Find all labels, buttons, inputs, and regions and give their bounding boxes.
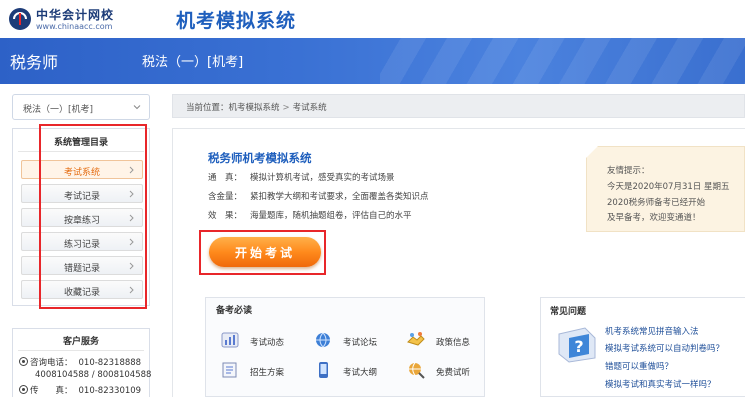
faq-link[interactable]: 错题可以重做吗？ bbox=[605, 360, 673, 372]
subject-select-value: 税法（一）[机考] bbox=[23, 105, 94, 115]
globe-search-icon bbox=[409, 362, 425, 379]
notice-line: 及早备考，欢迎变通道！ bbox=[607, 213, 701, 223]
prep-item-label: 考试动态 bbox=[250, 338, 285, 348]
chevron-down-icon bbox=[133, 105, 141, 110]
chevron-right-icon bbox=[129, 262, 134, 270]
prep-item-label: 考试大纲 bbox=[343, 368, 378, 378]
breadcrumb-prefix: 当前位置： bbox=[186, 103, 229, 113]
logo-url: www.chinaacc.com bbox=[36, 22, 113, 31]
top-bar: 中华会计网校 www.chinaacc.com 机考模拟系统 bbox=[0, 0, 745, 38]
chevron-right-icon bbox=[129, 214, 134, 222]
notice-card: 友情提示： 今天是2020年07月31日 星期五 2020税务师备考已经开始 及… bbox=[586, 146, 745, 232]
faq-title: 常见问题 bbox=[550, 307, 587, 317]
system-title: 机考模拟系统 bbox=[176, 10, 297, 32]
phone-label: 咨询电话： bbox=[30, 358, 73, 368]
faq-panel: 常见问题 ? 机考系统常见拼音输入法 模拟考试系统可以自动判卷吗？ 错题可以重做… bbox=[540, 297, 745, 397]
document-icon bbox=[222, 362, 237, 378]
faq-link[interactable]: 机考系统常见拼音输入法 bbox=[605, 325, 699, 337]
banner-role: 税务师 bbox=[10, 53, 59, 72]
prep-reading-panel: 备考必读 考试动态 考试论坛 政策信息 招生方案 考试大纲 免费试听 bbox=[205, 297, 485, 397]
menu-item-label: 按章练习 bbox=[63, 216, 100, 226]
intro-title: 税务师机考模拟系统 bbox=[208, 151, 312, 165]
intro-row: 通 真： 模拟计算机考试，感受真实的考试场景 bbox=[208, 171, 395, 183]
menu-item-exam-system[interactable]: 考试系统 bbox=[21, 160, 143, 179]
fax-icon bbox=[19, 385, 28, 394]
intro-row-key: 含金量： bbox=[208, 192, 243, 202]
breadcrumb-separator: > bbox=[282, 103, 290, 113]
chevron-right-icon bbox=[129, 166, 134, 174]
fax-number: 010-82330109 bbox=[78, 386, 142, 396]
fax-label: 传 真： bbox=[30, 386, 73, 396]
start-exam-button[interactable]: 开始考试 bbox=[209, 237, 321, 267]
start-exam-label: 开始考试 bbox=[234, 246, 295, 260]
site-logo[interactable]: 中华会计网校 www.chinaacc.com bbox=[8, 4, 126, 34]
subject-select[interactable]: 税法（一）[机考] bbox=[12, 94, 150, 120]
phone-icon bbox=[319, 362, 328, 378]
menu-item-exam-records[interactable]: 考试记录 bbox=[21, 184, 143, 203]
prep-item-policy-info[interactable]: 政策信息 bbox=[406, 330, 486, 350]
intro-row-text: 模拟计算机考试，感受真实的考试场景 bbox=[250, 173, 395, 183]
prep-item-label: 考试论坛 bbox=[343, 338, 378, 348]
question-illustration-icon: ? bbox=[558, 327, 596, 363]
chevron-right-icon bbox=[129, 286, 134, 294]
divider bbox=[18, 350, 144, 351]
breadcrumb-text: 当前位置：机考模拟系统 > 考试系统 bbox=[186, 101, 327, 113]
service-fax-row: 传 真： 010-82330109 bbox=[19, 384, 141, 396]
intro-row-key: 通 真： bbox=[208, 173, 243, 183]
menu-item-label: 收藏记录 bbox=[63, 288, 100, 298]
intro-row-text: 海量题库，随机抽题组卷，评估自己的水平 bbox=[250, 211, 412, 221]
breadcrumb-item[interactable]: 机考模拟系统 bbox=[229, 103, 280, 113]
menu-item-label: 错题记录 bbox=[63, 264, 100, 274]
prep-item-exam-forum[interactable]: 考试论坛 bbox=[313, 330, 393, 350]
service-title: 客户服务 bbox=[62, 337, 99, 347]
intro-row-text: 紧扣教学大纲和考试要求，全面覆盖各类知识点 bbox=[250, 192, 429, 202]
breadcrumb: 当前位置：机考模拟系统 > 考试系统 bbox=[172, 94, 745, 118]
intro-row-key: 效 果： bbox=[208, 211, 243, 221]
prep-item-label: 政策信息 bbox=[436, 338, 471, 348]
notice-line: 2020税务师备考已经开始 bbox=[607, 198, 706, 208]
chevron-right-icon bbox=[129, 238, 134, 246]
menu-item-label: 考试记录 bbox=[63, 192, 100, 202]
globe-icon bbox=[316, 332, 330, 348]
menu-item-chapter-practice[interactable]: 按章练习 bbox=[21, 208, 143, 227]
customer-service: 客户服务 咨询电话： 010-82318888 4008104588 / 8008… bbox=[12, 328, 152, 397]
banner: 税务师 税法（一）[机考] bbox=[0, 38, 745, 84]
phone-number-1: 010-82318888 bbox=[78, 358, 142, 368]
intro-row: 含金量： 紧扣教学大纲和考试要求，全面覆盖各类知识点 bbox=[208, 190, 429, 202]
prep-item-syllabus[interactable]: 考试大纲 bbox=[313, 360, 393, 380]
logo-mark-icon bbox=[9, 8, 31, 30]
prep-title: 备考必读 bbox=[216, 306, 253, 316]
prep-item-label: 免费试听 bbox=[436, 368, 471, 378]
breadcrumb-item[interactable]: 考试系统 bbox=[293, 103, 327, 113]
menu-item-label: 练习记录 bbox=[63, 240, 100, 250]
faq-link[interactable]: 模拟考试系统可以自动判卷吗？ bbox=[605, 342, 724, 354]
logo-name: 中华会计网校 bbox=[36, 8, 115, 22]
divider bbox=[18, 151, 144, 152]
notice-line: 今天是2020年07月31日 星期五 bbox=[607, 182, 730, 192]
banner-subject: 税法（一）[机考] bbox=[142, 55, 244, 70]
menu-item-practice-records[interactable]: 练习记录 bbox=[21, 232, 143, 251]
menu-item-label: 考试系统 bbox=[63, 168, 100, 178]
notice-heading: 友情提示： bbox=[607, 166, 650, 176]
prep-item-exam-news[interactable]: 考试动态 bbox=[220, 330, 300, 350]
handshake-icon bbox=[407, 332, 425, 346]
banner-decoration bbox=[380, 38, 745, 84]
notice-corner-fold bbox=[586, 146, 598, 158]
chart-icon bbox=[221, 332, 239, 348]
menu-item-wrong-records[interactable]: 错题记录 bbox=[21, 256, 143, 275]
system-menu: 系统管理目录 考试系统 考试记录 按章练习 练习记录 错题记录 收藏记录 bbox=[12, 128, 150, 306]
faq-link[interactable]: 模拟考试和真实考试一样吗？ bbox=[605, 378, 716, 390]
chevron-right-icon bbox=[129, 190, 134, 198]
prep-item-label: 招生方案 bbox=[250, 368, 285, 378]
prep-item-free-trial[interactable]: 免费试听 bbox=[406, 360, 486, 380]
menu-item-favorites[interactable]: 收藏记录 bbox=[21, 280, 143, 299]
prep-item-enrollment[interactable]: 招生方案 bbox=[220, 360, 300, 380]
menu-title: 系统管理目录 bbox=[53, 138, 108, 148]
phone-number-2: 4008104588 / 8008104588 bbox=[35, 370, 152, 380]
service-phone-row: 咨询电话： 010-82318888 bbox=[19, 356, 141, 368]
svg-text:?: ? bbox=[574, 337, 583, 356]
intro-row: 效 果： 海量题库，随机抽题组卷，评估自己的水平 bbox=[208, 209, 412, 221]
phone-icon bbox=[19, 357, 28, 366]
